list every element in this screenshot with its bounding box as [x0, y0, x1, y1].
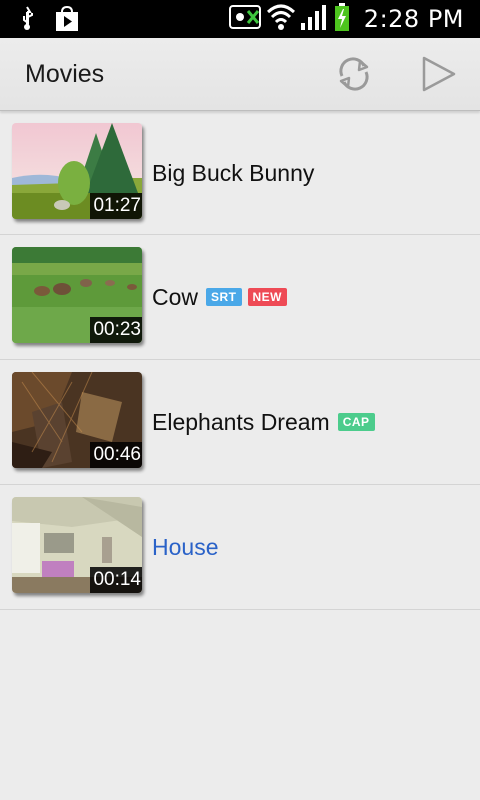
- movie-row-cow[interactable]: 00:23 Cow SRT NEW: [0, 235, 480, 360]
- store-icon: [54, 5, 80, 37]
- refresh-icon: [332, 57, 376, 100]
- usb-icon: [18, 6, 36, 37]
- action-bar: Movies: [0, 38, 480, 111]
- movie-row-elephants-dream[interactable]: 00:46 Elephants Dream CAP: [0, 360, 480, 485]
- cap-badge: CAP: [337, 413, 375, 431]
- wifi-icon: [266, 3, 296, 36]
- status-clock: 2:28 PM: [363, 5, 464, 33]
- duration-label: 00:23: [90, 317, 142, 343]
- battery-charging-icon: [334, 2, 350, 37]
- movie-thumbnail: 00:14: [12, 497, 142, 593]
- movie-list: 01:27 Big Buck Bunny 00:23 Cow SRT NEW 0…: [0, 111, 480, 610]
- page-title: Movies: [25, 60, 105, 88]
- duration-label: 00:14: [90, 567, 142, 593]
- movie-title: Elephants Dream: [152, 408, 330, 435]
- movie-thumbnail: 00:46: [12, 372, 142, 468]
- duration-label: 01:27: [90, 193, 142, 219]
- movie-title: Cow: [152, 283, 199, 310]
- movie-row-big-buck-bunny[interactable]: 01:27 Big Buck Bunny: [0, 111, 480, 235]
- refresh-button[interactable]: [332, 52, 376, 96]
- srt-badge: SRT: [206, 288, 242, 306]
- movie-row-house[interactable]: 00:14 House: [0, 485, 480, 610]
- new-badge: NEW: [247, 288, 288, 306]
- play-icon: [416, 56, 460, 100]
- duration-label: 00:46: [90, 442, 142, 468]
- play-all-button[interactable]: [416, 52, 460, 96]
- movie-title: Big Buck Bunny: [152, 159, 315, 186]
- movie-thumbnail: 00:23: [12, 247, 142, 343]
- status-bar: 2:28 PM: [0, 0, 480, 38]
- movie-thumbnail: 01:27: [12, 123, 142, 219]
- signal-icon: [300, 3, 328, 36]
- movie-title: House: [152, 533, 219, 560]
- vpn-icon: [228, 2, 264, 37]
